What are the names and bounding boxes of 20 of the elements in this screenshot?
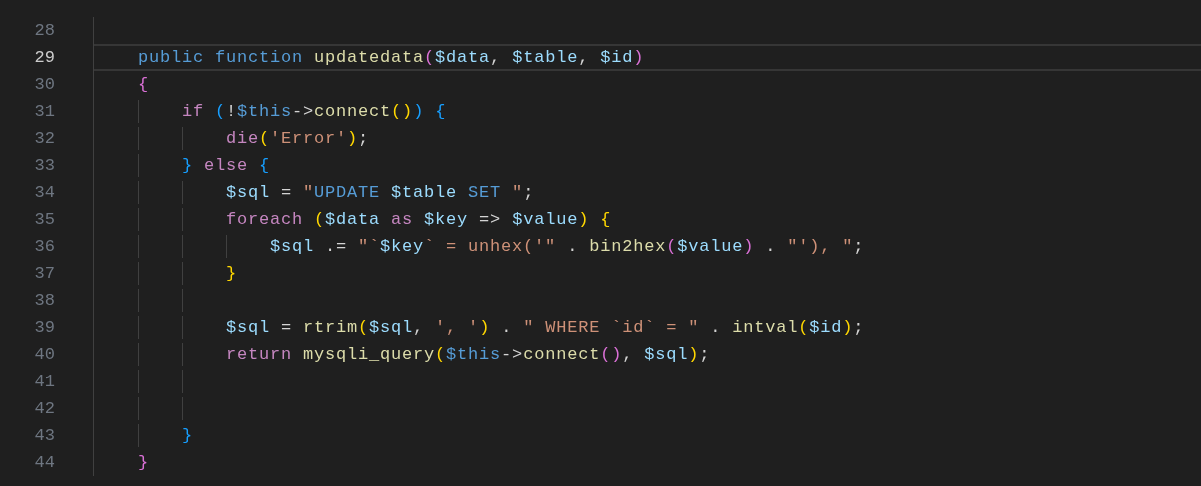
line-number: 31 bbox=[33, 101, 55, 123]
line-number: 39 bbox=[33, 317, 55, 339]
line-number: 29 bbox=[33, 47, 55, 69]
line-number: 37 bbox=[33, 263, 55, 285]
line-number: 36 bbox=[33, 236, 55, 258]
code-line: } bbox=[137, 452, 150, 474]
line-number: 28 bbox=[33, 20, 55, 42]
line-number: 40 bbox=[33, 344, 55, 366]
line-number: 33 bbox=[33, 155, 55, 177]
line-number: 32 bbox=[33, 128, 55, 150]
line-number: 41 bbox=[33, 371, 55, 393]
current-code-line: public function updatedata($data, $table, $id) bbox=[94, 44, 1201, 71]
line-number: 43 bbox=[33, 425, 55, 447]
line-number: 30 bbox=[33, 74, 55, 96]
line-number: 42 bbox=[33, 398, 55, 420]
code-line: { bbox=[137, 74, 150, 96]
line-number: 44 bbox=[33, 452, 55, 474]
line-number: 38 bbox=[33, 290, 55, 312]
line-number: 34 bbox=[33, 182, 55, 204]
line-number: 35 bbox=[33, 209, 55, 231]
